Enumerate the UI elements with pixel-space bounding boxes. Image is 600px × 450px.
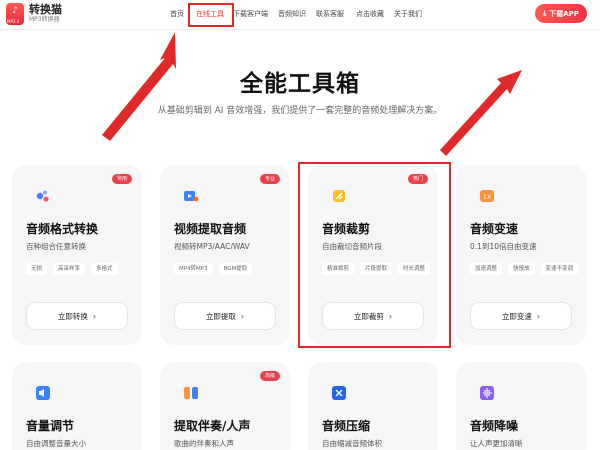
tag: MP4转MP3 <box>174 263 213 275</box>
download-app-button[interactable]: ⤓ 下载APP <box>535 4 587 23</box>
tag: 多格式 <box>91 263 118 275</box>
nav-home[interactable]: 首页 <box>170 9 184 19</box>
tag: 高采样率 <box>53 263 86 275</box>
card-desc: 自由调整音量大小 <box>26 439 86 448</box>
card-title: 音量调节 <box>26 419 75 433</box>
tool-card-video-extract[interactable]: 专业 视频提取音频 视频转MP3/AAC/WAV MP4转MP3 BGM提取 立… <box>160 165 290 345</box>
card-desc: 视频转MP3/AAC/WAV <box>174 242 250 251</box>
chevron-right-icon: › <box>240 311 245 321</box>
badge-common: 常用 <box>111 174 132 184</box>
card-title: 音频压缩 <box>322 419 371 433</box>
nav-about[interactable]: 关于我们 <box>394 9 422 19</box>
nav-contact-support[interactable]: 联系客服 <box>316 9 344 19</box>
speed-now-button[interactable]: 立即变速 › <box>470 302 572 330</box>
action-label: 立即变速 <box>501 311 532 321</box>
convert-now-button[interactable]: 立即转换 › <box>26 302 128 330</box>
tag: 加速调整 <box>470 263 503 275</box>
download-app-label: 下载APP <box>549 9 579 18</box>
card-title: 音频降噪 <box>470 419 519 433</box>
logo-subtitle: MP3转换器 <box>29 16 60 23</box>
tool-card-volume[interactable]: 音量调节 自由调整音量大小 <box>12 362 142 450</box>
svg-text:1X: 1X <box>483 194 491 201</box>
format-convert-icon <box>32 185 54 207</box>
nav-highlight-box <box>188 3 234 27</box>
logo-icon: ♪ MP3.4 <box>6 3 24 25</box>
tag: BGM提取 <box>218 263 253 275</box>
card-highlight-box <box>298 162 451 348</box>
page-subtitle: 从基础剪辑到 AI 音效增强，我们提供了一套完整的音频处理解决方案。 <box>157 106 443 116</box>
tag: 快慢放 <box>508 263 535 275</box>
card-desc: 自由缩减音频体积 <box>322 439 382 448</box>
nav-bookmark[interactable]: 点击收藏 <box>356 9 384 19</box>
vocal-icon <box>180 382 202 404</box>
action-label: 立即转换 <box>57 311 88 321</box>
top-header: ♪ MP3.4 转换猫 MP3转换器 首页 在线工具 下载客户端 音频知识 联系… <box>0 0 600 30</box>
logo-title: 转换猫 <box>29 3 62 16</box>
video-audio-icon <box>180 185 202 207</box>
card-desc: 百种组合任意转换 <box>26 242 86 251</box>
badge-pro: 专业 <box>259 174 280 184</box>
tool-card-compress[interactable]: 音频压缩 自由缩减音频体积 <box>308 362 438 450</box>
speed-icon: 1X <box>476 185 498 207</box>
badge-advanced: 高级 <box>259 371 280 381</box>
card-desc: 让人声更加清晰 <box>470 439 523 448</box>
card-title: 提取伴奏/人声 <box>174 419 251 433</box>
nav-download-client[interactable]: 下载客户端 <box>233 9 268 19</box>
chevron-right-icon: › <box>536 311 541 321</box>
chevron-right-icon: › <box>92 311 97 321</box>
card-title: 音频格式转换 <box>26 222 99 236</box>
extract-now-button[interactable]: 立即提取 › <box>174 302 276 330</box>
tool-card-denoise[interactable]: 音频降噪 让人声更加清晰 <box>456 362 586 450</box>
tool-card-vocal-extract[interactable]: 高级 提取伴奏/人声 歌曲的伴奏和人声 <box>160 362 290 450</box>
card-desc: 0.1到10倍自由变速 <box>470 242 537 251</box>
logo[interactable]: ♪ MP3.4 转换猫 MP3转换器 <box>6 3 62 25</box>
page-title: 全能工具箱 <box>240 71 360 97</box>
card-title: 音频变速 <box>470 222 519 236</box>
card-desc: 歌曲的伴奏和人声 <box>174 439 234 448</box>
action-label: 立即提取 <box>205 311 236 321</box>
download-icon: ⤓ <box>543 9 547 17</box>
tag: 变速不变调 <box>540 263 579 275</box>
card-title: 视频提取音频 <box>174 222 247 236</box>
tool-card-speed[interactable]: 1X 音频变速 0.1到10倍自由变速 加速调整 快慢放 变速不变调 立即变速 › <box>456 165 586 345</box>
volume-icon <box>32 382 54 404</box>
nav-audio-knowledge[interactable]: 音频知识 <box>278 9 306 19</box>
tag: 无损 <box>26 263 48 275</box>
compress-icon <box>328 382 350 404</box>
denoise-icon <box>476 382 498 404</box>
tool-card-format-convert[interactable]: 常用 音频格式转换 百种组合任意转换 无损 高采样率 多格式 立即转换 › <box>12 165 142 345</box>
